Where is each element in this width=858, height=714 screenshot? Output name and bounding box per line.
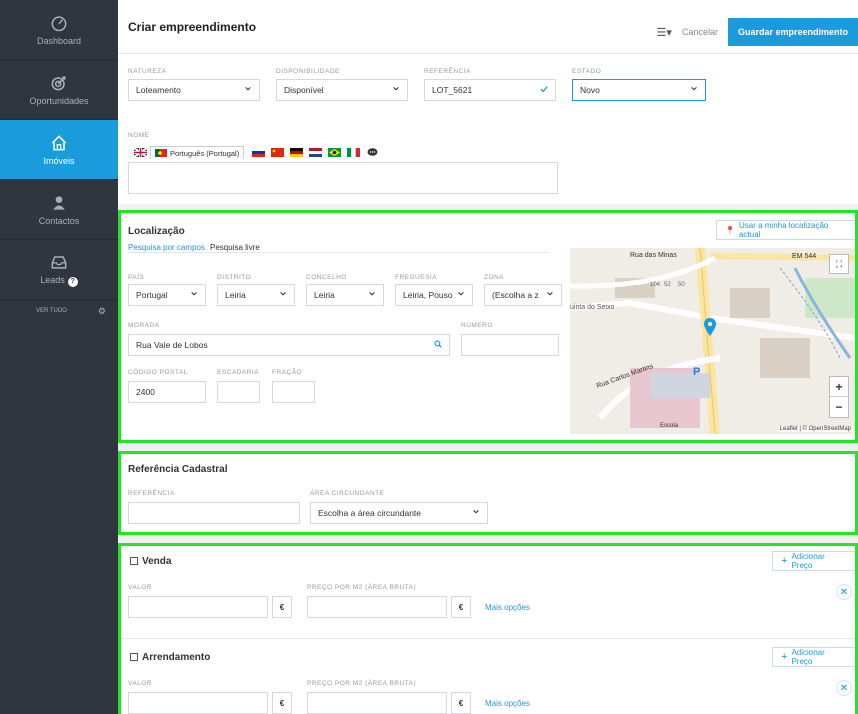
highlight-precos (118, 543, 858, 714)
highlight-cadastral (118, 451, 858, 535)
leads-badge: ? (67, 277, 78, 287)
sidebar-item-label: Contactos (38, 216, 80, 226)
highlight-localizacao (118, 210, 858, 443)
sidebar-item-leads[interactable]: Leads? (0, 240, 118, 300)
it-flag-icon[interactable] (347, 148, 360, 157)
sidebar-item-oportunidades[interactable]: Oportunidades (0, 60, 118, 120)
natureza-label: NATUREZA (128, 68, 167, 75)
ru-flag-icon[interactable] (252, 148, 265, 157)
sidebar-item-label: Oportunidades (29, 96, 89, 106)
sidebar-item-dashboard[interactable]: Dashboard (0, 0, 118, 60)
inbox-icon (51, 256, 67, 269)
disponibilidade-select[interactable]: Disponível (276, 79, 408, 101)
chevron-down-icon (393, 87, 399, 91)
target-icon (51, 76, 66, 91)
check-icon (540, 86, 548, 93)
natureza-value: Loteamento (136, 85, 181, 95)
sidebar-item-label: Leads? (40, 275, 78, 287)
de-flag-icon[interactable] (290, 148, 303, 157)
estado-value: Novo (580, 85, 600, 95)
referencia-input[interactable]: LOT_5621 (424, 79, 556, 101)
cn-flag-icon[interactable] (271, 148, 284, 157)
page-title: Criar empreendimento (128, 19, 257, 34)
chevron-down-icon (691, 87, 697, 91)
nome-input[interactable] (128, 162, 558, 194)
language-tab-pt[interactable]: Português (Portugal) (150, 146, 245, 159)
disponibilidade-value: Disponível (284, 85, 324, 95)
sidebar: Dashboard Oportunidades Imóveis Contacto… (0, 0, 118, 714)
ver-tudo[interactable]: VER TUDO ⚙ (0, 300, 118, 322)
save-button[interactable]: Guardar empreendimento (727, 18, 858, 46)
main-content: Criar empreendimento ☰▾ Cancelar Guardar… (118, 0, 858, 714)
nl-flag-icon[interactable] (309, 148, 322, 157)
person-icon (53, 196, 65, 210)
general-card: NATUREZA Loteamento DISPONIBILIDADE Disp… (118, 54, 858, 204)
ver-tudo-label: VER TUDO (36, 308, 67, 314)
disponibilidade-label: DISPONIBILIDADE (276, 68, 340, 75)
estado-select[interactable]: Novo (572, 79, 706, 101)
language-tabs: Português (Portugal) (128, 146, 558, 160)
nome-label: NOME (128, 132, 150, 139)
home-icon (51, 135, 67, 151)
sidebar-item-contactos[interactable]: Contactos (0, 180, 118, 240)
br-flag-icon[interactable] (328, 148, 341, 157)
estado-label: ESTADO (572, 68, 602, 75)
gear-icon[interactable]: ⚙ (98, 306, 106, 317)
pt-flag-icon (155, 149, 167, 157)
referencia-label: REFERÊNCIA (424, 68, 471, 75)
page-header: Criar empreendimento ☰▾ Cancelar Guardar… (118, 0, 858, 54)
sidebar-item-label: Dashboard (36, 36, 82, 46)
uk-flag-icon[interactable] (134, 148, 147, 157)
chevron-down-icon (245, 87, 251, 91)
chat-bubble-icon[interactable] (366, 148, 379, 157)
referencia-value: LOT_5621 (432, 85, 473, 95)
language-label: Português (Portugal) (170, 148, 240, 158)
sidebar-item-imoveis[interactable]: Imóveis (0, 120, 118, 180)
cancel-button[interactable]: Cancelar (682, 27, 718, 37)
dashboard-icon (51, 16, 67, 32)
list-menu-icon[interactable]: ☰▾ (657, 26, 672, 39)
sidebar-item-label: Imóveis (43, 156, 75, 166)
natureza-select[interactable]: Loteamento (128, 79, 260, 101)
